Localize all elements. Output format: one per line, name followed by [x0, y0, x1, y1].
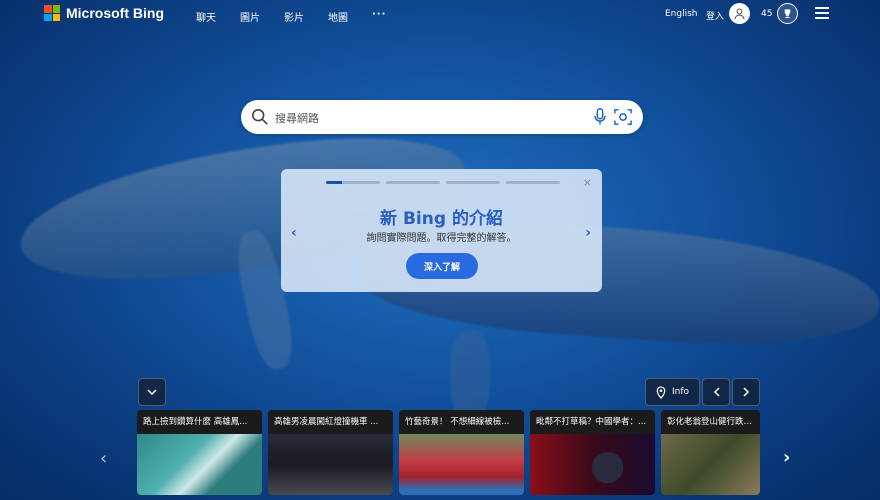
news-card[interactable]: 毗鄰不打草稿？中國學者：... [530, 410, 655, 495]
bing-logo[interactable]: Microsoft Bing [44, 5, 164, 21]
news-image [399, 434, 524, 495]
news-card[interactable]: 彰化老翁登山健行跌落山 [661, 410, 760, 495]
logo-text: Microsoft Bing [66, 5, 164, 21]
news-title: 彰化老翁登山健行跌落山 [661, 410, 760, 434]
top-bar: Microsoft Bing 聊天 圖片 影片 地圖 ··· English 登… [0, 0, 880, 30]
promo-title: 新 Bing 的介紹 [380, 209, 503, 229]
previous-image-button[interactable] [702, 378, 730, 406]
trophy-icon [784, 9, 791, 18]
top-nav: 聊天 圖片 影片 地圖 ··· [196, 9, 410, 24]
news-image [137, 434, 262, 495]
news-card[interactable]: 路上撿到鑽算什麼 高雄鳳... [137, 410, 262, 495]
search-input[interactable] [273, 107, 577, 129]
new-bing-promo-card: × ‹ › 新 Bing 的介紹 詢問實際問題。取得完整的解答。 深入了解 [281, 169, 602, 292]
microphone-icon[interactable] [593, 108, 607, 126]
image-info-button[interactable]: Info [645, 378, 700, 406]
next-image-button[interactable] [732, 378, 760, 406]
nav-images[interactable]: 圖片 [240, 9, 260, 24]
rewards-icon[interactable] [777, 3, 798, 24]
news-card[interactable]: 高雄男凌晨闖紅燈撞機車 ... [268, 410, 393, 495]
microsoft-logo-icon [44, 5, 60, 21]
learn-more-button[interactable]: 深入了解 [406, 253, 478, 279]
whale-fin-2 [450, 330, 490, 420]
location-pin-icon [656, 385, 666, 399]
search-box [241, 100, 643, 134]
chevron-down-icon [147, 388, 157, 395]
avatar[interactable] [729, 3, 750, 24]
progress-segment-2 [386, 181, 440, 184]
user-icon [734, 8, 745, 20]
news-card[interactable]: 竹藝奇景！ 不想細線被檢... [399, 410, 524, 495]
news-image [268, 434, 393, 495]
promo-progress [326, 181, 560, 184]
info-label: Info [671, 387, 690, 397]
collapse-feed-button[interactable] [138, 378, 166, 406]
chevron-right-icon [742, 387, 749, 397]
promo-subtitle: 詢問實際問題。取得完整的解答。 [366, 233, 517, 244]
feed-next-icon[interactable]: › [783, 447, 790, 468]
login-link[interactable]: 登入 [706, 9, 724, 22]
news-title: 毗鄰不打草稿？中國學者：... [530, 410, 655, 434]
news-feed: 路上撿到鑽算什麼 高雄鳳... 高雄男凌晨闖紅燈撞機車 ... 竹藝奇景！ 不想… [137, 410, 760, 500]
visual-search-icon[interactable] [614, 108, 632, 126]
news-title: 竹藝奇景！ 不想細線被檢... [399, 410, 524, 434]
nav-chat[interactable]: 聊天 [196, 9, 216, 24]
nav-maps[interactable]: 地圖 [328, 9, 348, 24]
progress-segment-3 [446, 181, 500, 184]
close-icon[interactable]: × [583, 176, 592, 189]
news-title: 高雄男凌晨闖紅燈撞機車 ... [268, 410, 393, 434]
feed-prev-icon[interactable]: ‹ [100, 448, 107, 469]
more-menu[interactable]: ··· [372, 9, 386, 24]
search-icon[interactable] [251, 108, 269, 126]
progress-segment-1 [326, 181, 380, 184]
news-title: 路上撿到鑽算什麼 高雄鳳... [137, 410, 262, 434]
progress-segment-4 [506, 181, 560, 184]
chevron-left-icon [713, 387, 720, 397]
language-link[interactable]: English [665, 9, 698, 19]
news-image [661, 434, 760, 495]
rewards-points[interactable]: 45 [761, 9, 772, 19]
news-image [530, 434, 655, 495]
nav-videos[interactable]: 影片 [284, 9, 304, 24]
hamburger-menu-icon[interactable] [815, 7, 829, 19]
